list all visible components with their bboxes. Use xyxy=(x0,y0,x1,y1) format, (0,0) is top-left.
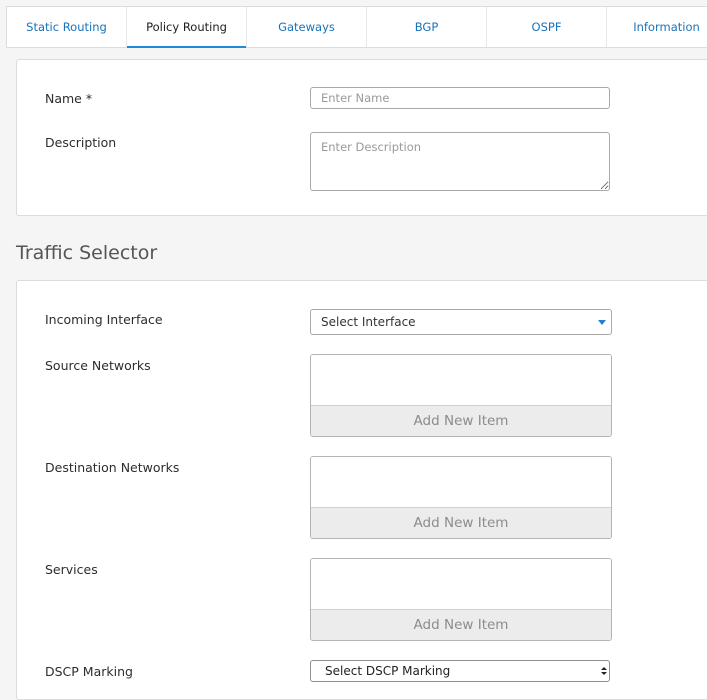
source-networks-items[interactable] xyxy=(311,355,611,406)
incoming-interface-select[interactable]: Select Interface xyxy=(310,309,612,335)
services-add-button[interactable]: Add New Item xyxy=(311,609,611,640)
services-list: Add New Item xyxy=(310,558,612,641)
dscp-marking-value: Select DSCP Marking xyxy=(325,664,451,678)
traffic-selector-title: Traffic Selector xyxy=(16,242,158,264)
incoming-interface-label: Incoming Interface xyxy=(45,312,163,327)
tab-bgp[interactable]: BGP xyxy=(367,7,487,47)
tab-bar: Static Routing Policy Routing Gateways B… xyxy=(6,6,707,48)
dscp-marking-label: DSCP Marking xyxy=(45,664,133,679)
dscp-marking-select[interactable]: Select DSCP Marking xyxy=(310,660,610,682)
source-networks-list: Add New Item xyxy=(310,354,612,437)
source-networks-label: Source Networks xyxy=(45,358,151,373)
name-label: Name * xyxy=(45,91,93,106)
destination-networks-add-button[interactable]: Add New Item xyxy=(311,507,611,538)
chevron-down-icon xyxy=(598,320,606,325)
tab-policy-routing[interactable]: Policy Routing xyxy=(127,7,247,48)
description-input[interactable] xyxy=(310,132,610,191)
destination-networks-items[interactable] xyxy=(311,457,611,508)
services-label: Services xyxy=(45,562,98,577)
tab-gateways[interactable]: Gateways xyxy=(247,7,367,47)
destination-networks-list: Add New Item xyxy=(310,456,612,539)
tab-ospf[interactable]: OSPF xyxy=(487,7,607,47)
incoming-interface-value: Select Interface xyxy=(321,315,416,329)
name-input[interactable] xyxy=(310,87,610,109)
tab-information[interactable]: Information xyxy=(607,7,707,47)
destination-networks-label: Destination Networks xyxy=(45,460,180,475)
description-label: Description xyxy=(45,135,117,150)
services-items[interactable] xyxy=(311,559,611,610)
source-networks-add-button[interactable]: Add New Item xyxy=(311,405,611,436)
tab-static-routing[interactable]: Static Routing xyxy=(7,7,127,47)
updown-arrow-icon xyxy=(601,663,607,679)
